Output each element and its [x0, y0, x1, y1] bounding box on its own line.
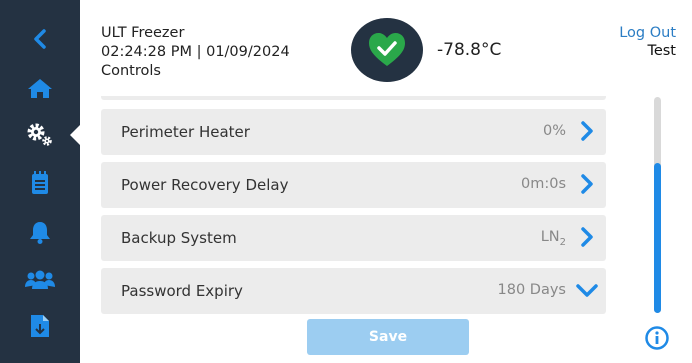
heart-check-icon — [369, 33, 405, 66]
settings-row-power-recovery-delay[interactable]: Power Recovery Delay 0m:0s — [101, 162, 606, 208]
sidebar-item-logs[interactable] — [0, 163, 80, 203]
sidebar-item-home[interactable] — [0, 68, 80, 108]
status-indicator[interactable] — [351, 18, 423, 82]
logout-link[interactable]: Log Out — [619, 25, 676, 41]
users-icon — [25, 270, 55, 289]
setting-label: Perimeter Heater — [121, 123, 250, 141]
gears-icon — [27, 123, 52, 146]
chevron-right-icon[interactable] — [580, 121, 594, 141]
back-button[interactable] — [0, 19, 80, 59]
document-download-icon — [31, 315, 49, 337]
settings-row-backup-system[interactable]: Backup System LN2 — [101, 215, 606, 261]
settings-row[interactable] — [101, 96, 606, 100]
setting-label: Backup System — [121, 229, 237, 247]
sidebar-item-files[interactable] — [0, 306, 80, 346]
scrollbar[interactable] — [654, 97, 661, 313]
setting-value: LN2 — [540, 229, 566, 248]
sidebar — [0, 0, 80, 363]
setting-label: Power Recovery Delay — [121, 176, 289, 194]
setting-value: 0% — [542, 123, 566, 139]
settings-list: Perimeter Heater 0% Power Recovery Delay… — [101, 96, 606, 314]
active-indicator — [70, 125, 80, 145]
datetime: 02:24:28 PM | 01/09/2024 — [101, 44, 290, 60]
save-button[interactable]: Save — [307, 319, 469, 355]
settings-row-password-expiry[interactable]: Password Expiry 180 Days — [101, 268, 606, 314]
settings-row-perimeter-heater[interactable]: Perimeter Heater 0% — [101, 109, 606, 155]
notepad-icon — [32, 171, 48, 194]
info-icon[interactable] — [645, 326, 669, 350]
page-title: Controls — [101, 63, 161, 79]
bell-icon — [30, 222, 50, 244]
scrollbar-thumb[interactable] — [654, 163, 661, 313]
back-chevron-icon — [34, 29, 46, 49]
setting-value: 180 Days — [497, 282, 566, 298]
chevron-right-icon[interactable] — [580, 227, 594, 247]
username: Test — [647, 43, 676, 59]
setting-label: Password Expiry — [121, 282, 243, 300]
sidebar-item-alarms[interactable] — [0, 212, 80, 252]
setting-value: 0m:0s — [520, 176, 566, 192]
temperature-readout: -78.8°C — [437, 40, 502, 60]
app-name: ULT Freezer — [101, 25, 185, 41]
sidebar-item-users[interactable] — [0, 260, 80, 300]
sidebar-item-controls[interactable] — [0, 114, 80, 154]
chevron-down-icon[interactable] — [576, 284, 598, 298]
chevron-right-icon[interactable] — [580, 174, 594, 194]
home-icon — [28, 79, 52, 98]
